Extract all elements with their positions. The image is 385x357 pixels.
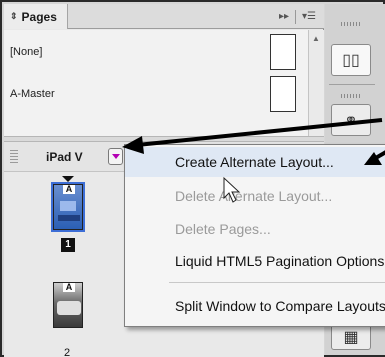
mouse-pointer-icon <box>223 176 241 203</box>
annotation-arrows <box>122 118 385 203</box>
app-window: ⇕ Pages ▸▸ ▾☰ [None] A-Master ▲ iPad V A… <box>0 0 385 357</box>
pointer-arrow-left <box>136 118 383 147</box>
arrowhead-left <box>122 136 144 154</box>
